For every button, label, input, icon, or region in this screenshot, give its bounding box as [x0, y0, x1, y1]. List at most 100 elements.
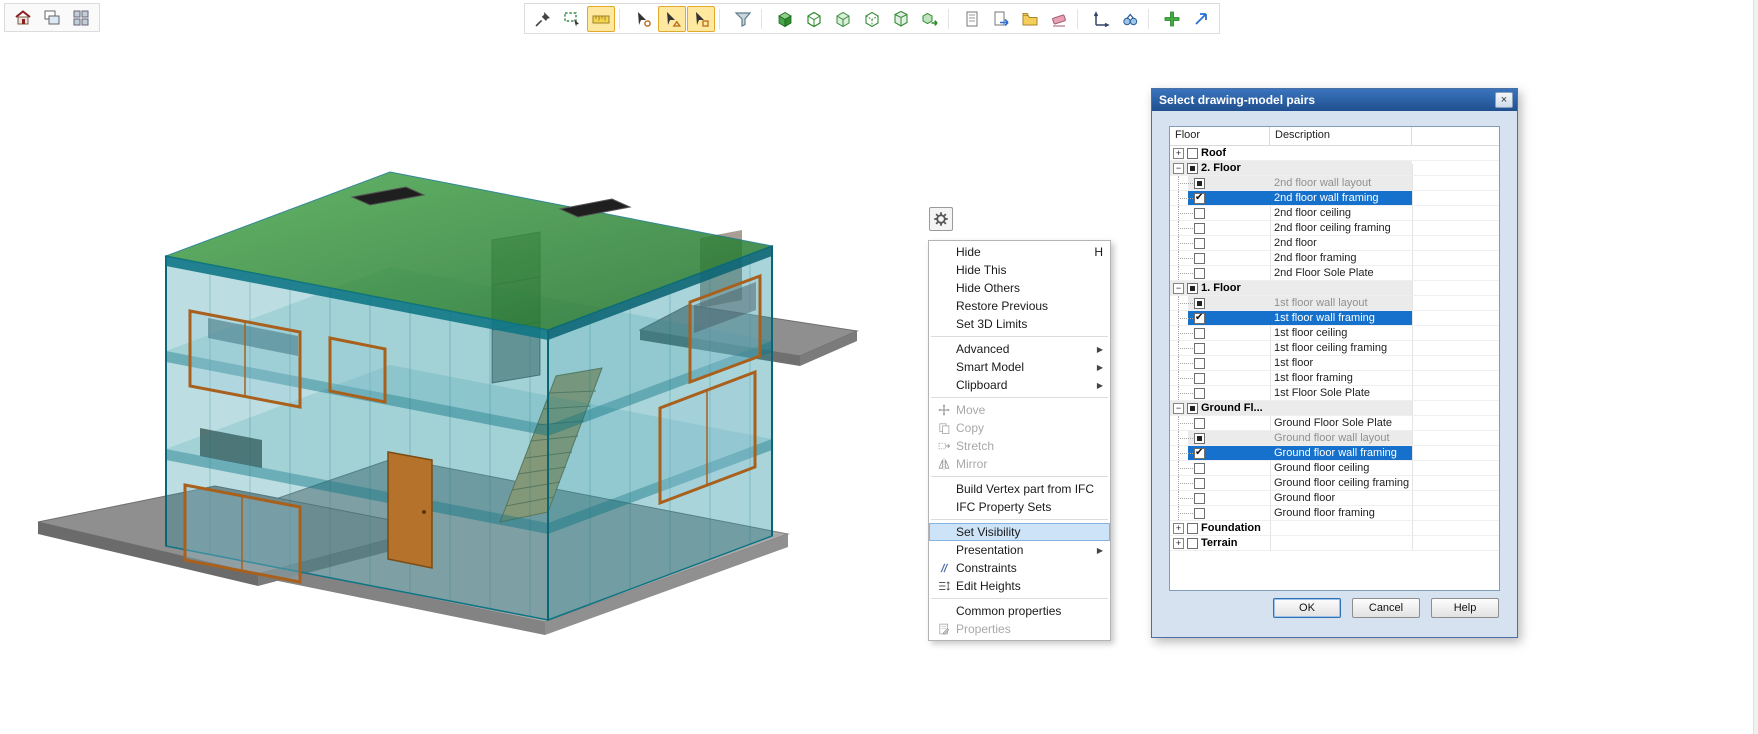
open-folder-button[interactable]	[1016, 6, 1044, 32]
floor-group-row[interactable]: −1. Floor	[1170, 281, 1499, 296]
add-model-button[interactable]	[1158, 6, 1186, 32]
pair-row[interactable]: Ground floor framing	[1170, 506, 1499, 521]
wireframe-model-button[interactable]	[800, 6, 828, 32]
pair-row[interactable]: Ground floor	[1170, 491, 1499, 506]
row-checkbox[interactable]	[1194, 433, 1205, 444]
drawing-button[interactable]	[9, 5, 37, 31]
menu-item-set-visibility[interactable]: Set Visibility	[929, 523, 1110, 541]
row-checkbox[interactable]	[1194, 478, 1205, 489]
pair-row[interactable]: 2nd floor ceiling	[1170, 206, 1499, 221]
transparent-model-button[interactable]	[829, 6, 857, 32]
context-gear-button[interactable]	[929, 207, 953, 231]
row-checkbox[interactable]	[1194, 493, 1205, 504]
pair-row[interactable]: 2nd Floor Sole Plate	[1170, 266, 1499, 281]
row-checkbox[interactable]	[1194, 298, 1205, 309]
menu-item-presentation[interactable]: Presentation▶	[929, 541, 1110, 559]
dialog-titlebar[interactable]: Select drawing-model pairs ×	[1152, 89, 1517, 111]
pair-row[interactable]: 2nd floor	[1170, 236, 1499, 251]
view-grid-button[interactable]	[67, 5, 95, 31]
menu-item-set-3d-limits[interactable]: Set 3D Limits	[929, 315, 1110, 333]
menu-item-ifc-property-sets[interactable]: IFC Property Sets	[929, 498, 1110, 516]
examine-button[interactable]	[1116, 6, 1144, 32]
snap-middle-button[interactable]	[658, 6, 686, 32]
ok-button[interactable]: OK	[1273, 598, 1341, 618]
menu-item-constraints[interactable]: Constraints	[929, 559, 1110, 577]
floor-group-row[interactable]: +Roof	[1170, 146, 1499, 161]
row-checkbox[interactable]	[1194, 223, 1205, 234]
row-checkbox[interactable]	[1194, 463, 1205, 474]
expand-toggle[interactable]: −	[1173, 403, 1184, 414]
pair-row[interactable]: 1st floor	[1170, 356, 1499, 371]
pair-row[interactable]: Ground floor ceiling	[1170, 461, 1499, 476]
row-checkbox[interactable]	[1194, 358, 1205, 369]
row-checkbox[interactable]	[1194, 313, 1205, 324]
measure-button[interactable]	[587, 6, 615, 32]
prism-model-button[interactable]	[887, 6, 915, 32]
menu-item-advanced[interactable]: Advanced▶	[929, 340, 1110, 358]
row-checkbox[interactable]	[1187, 538, 1198, 549]
row-checkbox[interactable]	[1187, 523, 1198, 534]
menu-item-common-properties[interactable]: Common properties	[929, 602, 1110, 620]
pair-row[interactable]: Ground floor wall layout	[1170, 431, 1499, 446]
row-checkbox[interactable]	[1194, 418, 1205, 429]
menu-item-build-vertex-part-from-ifc[interactable]: Build Vertex part from IFC	[929, 480, 1110, 498]
pair-row[interactable]: 1st floor framing	[1170, 371, 1499, 386]
pair-row[interactable]: 2nd floor framing	[1170, 251, 1499, 266]
snap-end-button[interactable]	[687, 6, 715, 32]
column-header-description[interactable]: Description	[1270, 127, 1412, 145]
row-checkbox[interactable]	[1194, 508, 1205, 519]
expand-toggle[interactable]: +	[1173, 523, 1184, 534]
window-arrange-button[interactable]	[38, 5, 66, 31]
menu-item-restore-previous[interactable]: Restore Previous	[929, 297, 1110, 315]
row-checkbox[interactable]	[1194, 448, 1205, 459]
shaded-model-button[interactable]	[771, 6, 799, 32]
expand-toggle[interactable]: −	[1173, 163, 1184, 174]
floor-group-row[interactable]: +Foundation	[1170, 521, 1499, 536]
row-checkbox[interactable]	[1194, 253, 1205, 264]
row-checkbox[interactable]	[1194, 268, 1205, 279]
row-checkbox[interactable]	[1187, 148, 1198, 159]
filter-button[interactable]	[729, 6, 757, 32]
part-list-button[interactable]	[958, 6, 986, 32]
pair-row[interactable]: 2nd floor ceiling framing	[1170, 221, 1499, 236]
row-checkbox[interactable]	[1194, 373, 1205, 384]
row-checkbox[interactable]	[1194, 388, 1205, 399]
export-model-button[interactable]	[916, 6, 944, 32]
row-checkbox[interactable]	[1194, 208, 1205, 219]
menu-item-hide-this[interactable]: Hide This	[929, 261, 1110, 279]
pair-row[interactable]: 2nd floor wall layout	[1170, 176, 1499, 191]
import-document-button[interactable]	[987, 6, 1015, 32]
row-checkbox[interactable]	[1194, 238, 1205, 249]
expand-toggle[interactable]: +	[1173, 538, 1184, 549]
hidden-line-model-button[interactable]	[858, 6, 886, 32]
row-checkbox[interactable]	[1194, 328, 1205, 339]
fence-select-button[interactable]	[558, 6, 586, 32]
expand-toggle[interactable]: −	[1173, 283, 1184, 294]
pair-row[interactable]: 2nd floor wall framing	[1170, 191, 1499, 206]
pair-row[interactable]: 1st floor ceiling framing	[1170, 341, 1499, 356]
pin-button[interactable]	[529, 6, 557, 32]
pair-row[interactable]: Ground floor ceiling framing	[1170, 476, 1499, 491]
pair-row[interactable]: Ground floor wall framing	[1170, 446, 1499, 461]
pair-row[interactable]: 1st floor wall layout	[1170, 296, 1499, 311]
help-button[interactable]: Help	[1431, 598, 1499, 618]
pair-row[interactable]: 1st floor wall framing	[1170, 311, 1499, 326]
coordinate-axis-button[interactable]	[1087, 6, 1115, 32]
menu-item-edit-heights[interactable]: Edit Heights	[929, 577, 1110, 595]
menu-item-hide-others[interactable]: Hide Others	[929, 279, 1110, 297]
link-button[interactable]	[1187, 6, 1215, 32]
pair-row[interactable]: 1st floor ceiling	[1170, 326, 1499, 341]
floor-group-row[interactable]: +Terrain	[1170, 536, 1499, 551]
expand-toggle[interactable]: +	[1173, 148, 1184, 159]
menu-item-hide[interactable]: HideH	[929, 243, 1110, 261]
cancel-button[interactable]: Cancel	[1352, 598, 1420, 618]
row-checkbox[interactable]	[1187, 163, 1198, 174]
row-checkbox[interactable]	[1194, 343, 1205, 354]
row-checkbox[interactable]	[1187, 403, 1198, 414]
snap-point-button[interactable]	[629, 6, 657, 32]
floor-group-row[interactable]: −Ground Fl...	[1170, 401, 1499, 416]
row-checkbox[interactable]	[1187, 283, 1198, 294]
dialog-close-button[interactable]: ×	[1495, 92, 1513, 108]
menu-item-smart-model[interactable]: Smart Model▶	[929, 358, 1110, 376]
row-checkbox[interactable]	[1194, 178, 1205, 189]
